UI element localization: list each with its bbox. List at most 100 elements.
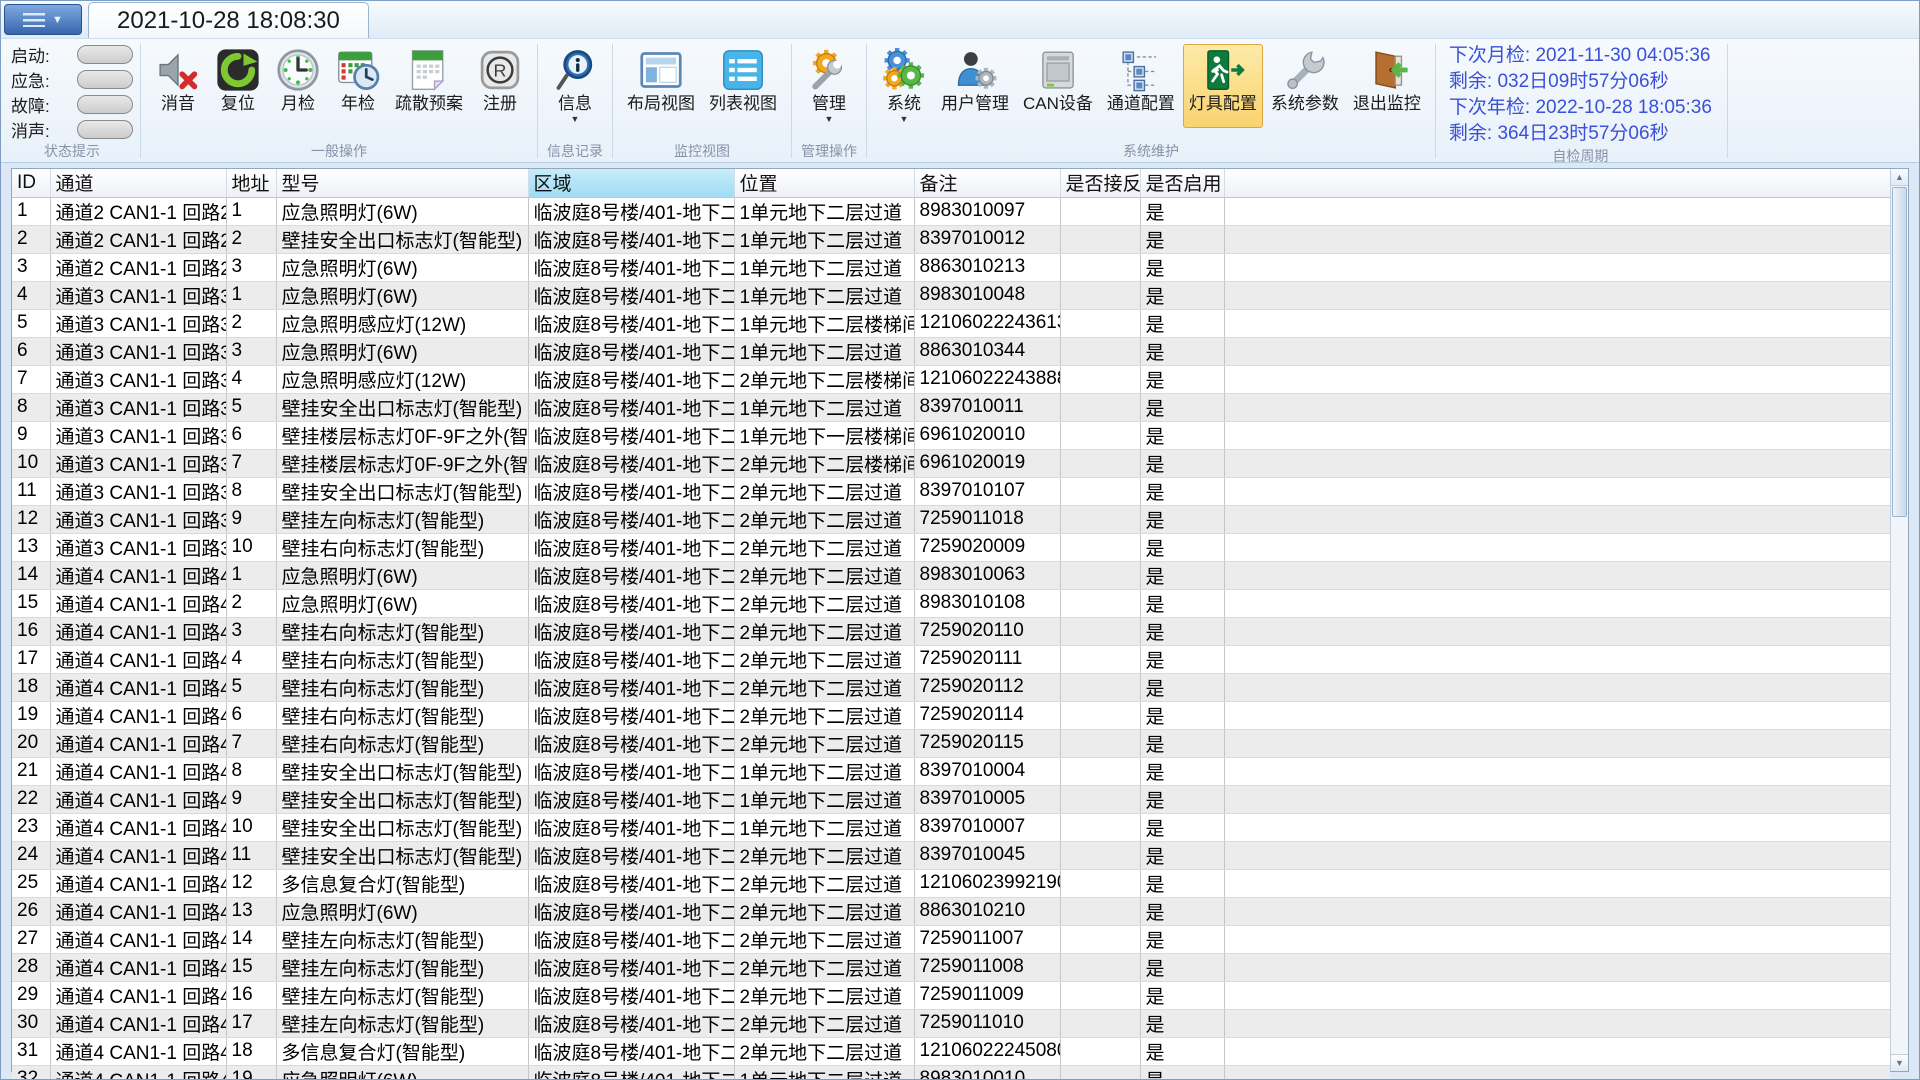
table-row[interactable]: 25通道4 CAN1-1 回路412多信息复合灯(智能型)临波庭8号楼/401-… bbox=[12, 869, 1890, 897]
scroll-down-arrow[interactable]: ▼ bbox=[1891, 1054, 1908, 1071]
table-cell: 是 bbox=[1140, 869, 1224, 897]
tab-current-session[interactable]: 2021-10-28 18:08:30 bbox=[88, 2, 369, 38]
col-header-6[interactable]: 备注 bbox=[914, 169, 1060, 197]
vertical-scrollbar[interactable]: ▲ ▼ bbox=[1890, 169, 1908, 1071]
toolbar-button-channel-config[interactable]: 通道配置 bbox=[1101, 44, 1181, 128]
table-cell bbox=[1060, 421, 1140, 449]
table-row[interactable]: 3通道2 CAN1-1 回路23应急照明灯(6W)临波庭8号楼/401-地下二层… bbox=[12, 253, 1890, 281]
table-row[interactable]: 12通道3 CAN1-1 回路39壁挂左向标志灯(智能型)临波庭8号楼/401-… bbox=[12, 505, 1890, 533]
table-cell: 9 bbox=[226, 785, 276, 813]
table-cell: 2单元地下二层过道 bbox=[734, 505, 914, 533]
table-cell: 是 bbox=[1140, 841, 1224, 869]
table-cell-filler bbox=[1224, 421, 1890, 449]
col-header-7[interactable]: 是否接反 bbox=[1060, 169, 1140, 197]
table-cell: 23 bbox=[12, 813, 50, 841]
table-row[interactable]: 17通道4 CAN1-1 回路44壁挂右向标志灯(智能型)临波庭8号楼/401-… bbox=[12, 645, 1890, 673]
table-row[interactable]: 8通道3 CAN1-1 回路35壁挂安全出口标志灯(智能型)临波庭8号楼/401… bbox=[12, 393, 1890, 421]
table-row[interactable]: 9通道3 CAN1-1 回路36壁挂楼层标志灯0F-9F之外(智能型)临波庭8号… bbox=[12, 421, 1890, 449]
table-row[interactable]: 28通道4 CAN1-1 回路415壁挂左向标志灯(智能型)临波庭8号楼/401… bbox=[12, 953, 1890, 981]
table-row[interactable]: 18通道4 CAN1-1 回路45壁挂右向标志灯(智能型)临波庭8号楼/401-… bbox=[12, 673, 1890, 701]
table-row[interactable]: 21通道4 CAN1-1 回路48壁挂安全出口标志灯(智能型)临波庭8号楼/40… bbox=[12, 757, 1890, 785]
table-row[interactable]: 13通道3 CAN1-1 回路310壁挂右向标志灯(智能型)临波庭8号楼/401… bbox=[12, 533, 1890, 561]
toolbar-button-annual-check[interactable]: 年检 bbox=[329, 44, 387, 128]
col-header-8[interactable]: 是否启用 bbox=[1140, 169, 1224, 197]
table-row[interactable]: 7通道3 CAN1-1 回路34应急照明感应灯(12W)临波庭8号楼/401-地… bbox=[12, 365, 1890, 393]
toolbar-button-monthly-check[interactable]: 月检 bbox=[269, 44, 327, 128]
scroll-thumb[interactable] bbox=[1892, 187, 1907, 517]
table-row[interactable]: 27通道4 CAN1-1 回路414壁挂左向标志灯(智能型)临波庭8号楼/401… bbox=[12, 925, 1890, 953]
table-cell-filler bbox=[1224, 953, 1890, 981]
table-row[interactable]: 31通道4 CAN1-1 回路418多信息复合灯(智能型)临波庭8号楼/401-… bbox=[12, 1037, 1890, 1065]
table-row[interactable]: 4通道3 CAN1-1 回路31应急照明灯(6W)临波庭8号楼/401-地下二层… bbox=[12, 281, 1890, 309]
col-header-2[interactable]: 地址 bbox=[226, 169, 276, 197]
table-cell: 壁挂左向标志灯(智能型) bbox=[276, 925, 528, 953]
toolbar-button-manage[interactable]: 管理▼ bbox=[800, 44, 858, 128]
toolbar-button-can-device[interactable]: CAN设备 bbox=[1017, 44, 1099, 128]
table-row[interactable]: 30通道4 CAN1-1 回路417壁挂左向标志灯(智能型)临波庭8号楼/401… bbox=[12, 1009, 1890, 1037]
ribbon-filler bbox=[1729, 39, 1917, 162]
calendar-clock-icon bbox=[336, 47, 380, 93]
table-cell: 2单元地下二层楼梯间 bbox=[734, 449, 914, 477]
toolbar-button-exit-monitor[interactable]: 退出监控 bbox=[1347, 44, 1427, 128]
col-header-5[interactable]: 位置 bbox=[734, 169, 914, 197]
toolbar-button-info[interactable]: 信息▼ bbox=[546, 44, 604, 128]
table-cell: 壁挂楼层标志灯0F-9F之外(智能型) bbox=[276, 421, 528, 449]
table-cell-filler bbox=[1224, 449, 1890, 477]
table-row[interactable]: 2通道2 CAN1-1 回路22壁挂安全出口标志灯(智能型)临波庭8号楼/401… bbox=[12, 225, 1890, 253]
toolbar-button-reset[interactable]: 复位 bbox=[209, 44, 267, 128]
col-header-0[interactable]: ID bbox=[12, 169, 50, 197]
table-cell: 通道4 CAN1-1 回路4 bbox=[50, 841, 226, 869]
table-row[interactable]: 23通道4 CAN1-1 回路410壁挂安全出口标志灯(智能型)临波庭8号楼/4… bbox=[12, 813, 1890, 841]
toolbar-button-evacuation-plan[interactable]: 疏散预案 bbox=[389, 44, 469, 128]
table-row[interactable]: 19通道4 CAN1-1 回路46壁挂右向标志灯(智能型)临波庭8号楼/401-… bbox=[12, 701, 1890, 729]
table-row[interactable]: 22通道4 CAN1-1 回路49壁挂安全出口标志灯(智能型)临波庭8号楼/40… bbox=[12, 785, 1890, 813]
table-row[interactable]: 5通道3 CAN1-1 回路32应急照明感应灯(12W)临波庭8号楼/401-地… bbox=[12, 309, 1890, 337]
status-indicator bbox=[77, 45, 133, 64]
table-row[interactable]: 6通道3 CAN1-1 回路33应急照明灯(6W)临波庭8号楼/401-地下二层… bbox=[12, 337, 1890, 365]
table-row[interactable]: 26通道4 CAN1-1 回路413应急照明灯(6W)临波庭8号楼/401-地下… bbox=[12, 897, 1890, 925]
table-cell: 临波庭8号楼/401-地下二层 bbox=[528, 505, 734, 533]
table-cell: 是 bbox=[1140, 981, 1224, 1009]
toolbar-button-lamp-config[interactable]: 灯具配置 bbox=[1183, 44, 1263, 128]
table-row[interactable]: 32通道4 CAN1-1 回路419应急照明灯(6W)临波庭8号楼/401-地下… bbox=[12, 1065, 1890, 1080]
table-cell: 12106022243888 bbox=[914, 365, 1060, 393]
toolbar-button-user-management[interactable]: 用户管理 bbox=[935, 44, 1015, 128]
scroll-up-arrow[interactable]: ▲ bbox=[1891, 169, 1908, 186]
table-cell: 应急照明灯(6W) bbox=[276, 337, 528, 365]
table-cell: 26 bbox=[12, 897, 50, 925]
toolbar-button-system-params[interactable]: 系统参数 bbox=[1265, 44, 1345, 128]
table-cell: 壁挂安全出口标志灯(智能型) bbox=[276, 841, 528, 869]
toolbar-button-layout-view[interactable]: 布局视图 bbox=[621, 44, 701, 128]
table-cell-filler bbox=[1224, 589, 1890, 617]
toolbar-button-system[interactable]: 系统▼ bbox=[875, 44, 933, 128]
table-row[interactable]: 11通道3 CAN1-1 回路38壁挂安全出口标志灯(智能型)临波庭8号楼/40… bbox=[12, 477, 1890, 505]
table-cell: 3 bbox=[226, 337, 276, 365]
table-cell: 8397010012 bbox=[914, 225, 1060, 253]
table-row[interactable]: 24通道4 CAN1-1 回路411壁挂安全出口标志灯(智能型)临波庭8号楼/4… bbox=[12, 841, 1890, 869]
col-header-1[interactable]: 通道 bbox=[50, 169, 226, 197]
table-row[interactable]: 15通道4 CAN1-1 回路42应急照明灯(6W)临波庭8号楼/401-地下二… bbox=[12, 589, 1890, 617]
table-row[interactable]: 20通道4 CAN1-1 回路47壁挂右向标志灯(智能型)临波庭8号楼/401-… bbox=[12, 729, 1890, 757]
table-row[interactable]: 16通道4 CAN1-1 回路43壁挂右向标志灯(智能型)临波庭8号楼/401-… bbox=[12, 617, 1890, 645]
group-separator bbox=[1727, 44, 1728, 158]
table-cell-filler bbox=[1224, 561, 1890, 589]
col-header-3[interactable]: 型号 bbox=[276, 169, 528, 197]
col-header-4[interactable]: 区域 bbox=[528, 169, 734, 197]
table-cell: 8397010004 bbox=[914, 757, 1060, 785]
toolbar-button-register[interactable]: R注册 bbox=[471, 44, 529, 128]
table-cell: 9 bbox=[12, 421, 50, 449]
table-row[interactable]: 14通道4 CAN1-1 回路41应急照明灯(6W)临波庭8号楼/401-地下二… bbox=[12, 561, 1890, 589]
toolbar-button-mute[interactable]: 消音 bbox=[149, 44, 207, 128]
table-row[interactable]: 1通道2 CAN1-1 回路21应急照明灯(6W)临波庭8号楼/401-地下二层… bbox=[12, 197, 1890, 225]
toolbar-button-list-view[interactable]: 列表视图 bbox=[703, 44, 783, 128]
table-row[interactable]: 10通道3 CAN1-1 回路37壁挂楼层标志灯0F-9F之外(智能型)临波庭8… bbox=[12, 449, 1890, 477]
table-row[interactable]: 29通道4 CAN1-1 回路416壁挂左向标志灯(智能型)临波庭8号楼/401… bbox=[12, 981, 1890, 1009]
main-menu-button[interactable]: ▼ bbox=[4, 4, 82, 35]
table-cell: 临波庭8号楼/401-地下二层 bbox=[528, 1009, 734, 1037]
table-cell: 1 bbox=[226, 561, 276, 589]
table-cell: 2单元地下二层过道 bbox=[734, 953, 914, 981]
toolbar-button-label: 管理 bbox=[812, 93, 846, 114]
table-cell bbox=[1060, 897, 1140, 925]
table-cell: 临波庭8号楼/401-地下二层 bbox=[528, 449, 734, 477]
status-indicator bbox=[77, 95, 133, 114]
